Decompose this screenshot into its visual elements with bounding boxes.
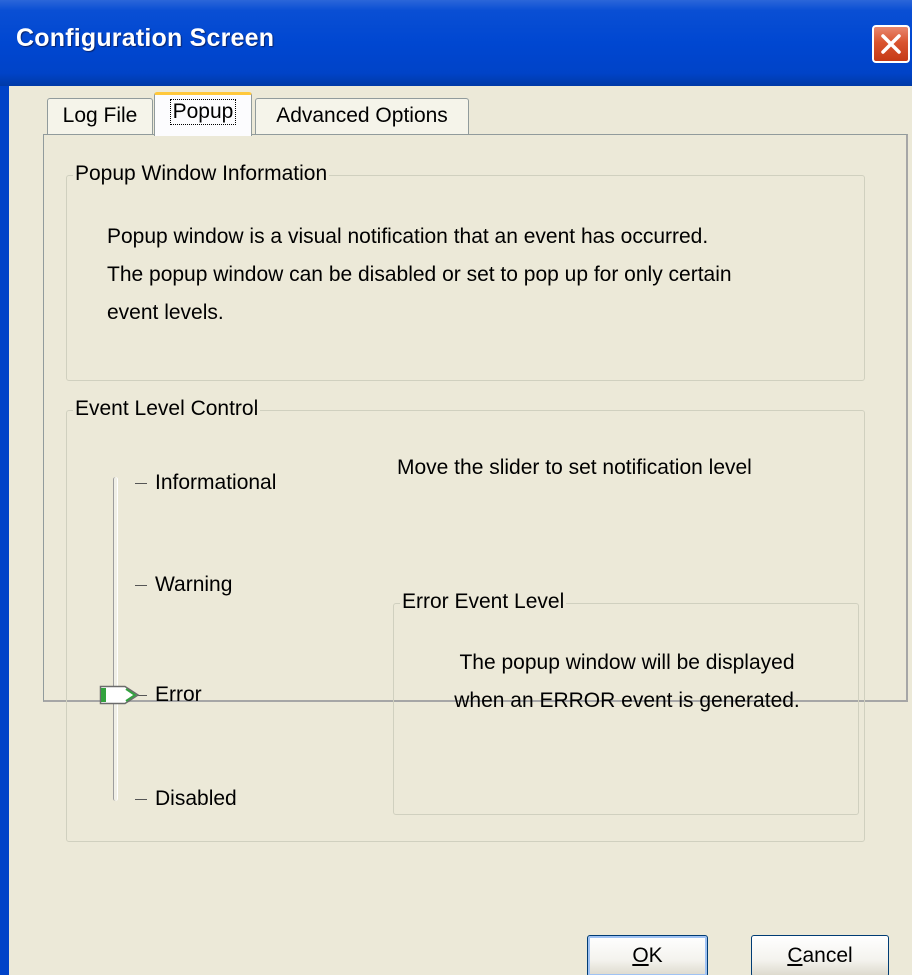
level-label-disabled: Disabled xyxy=(155,787,237,810)
cancel-mnemonic: C xyxy=(787,944,803,967)
tab-log-file[interactable]: Log File xyxy=(47,98,153,134)
popup-window-information-legend: Popup Window Information xyxy=(73,162,330,186)
level-label-informational: Informational xyxy=(155,471,277,494)
error-event-level-legend: Error Event Level xyxy=(400,590,567,614)
ok-button[interactable]: OK xyxy=(587,935,708,975)
description-line: event levels. xyxy=(107,301,224,324)
slider-help-text: Move the slider to set notification leve… xyxy=(397,456,752,479)
error-event-level-group: Error Event Level The popup window will … xyxy=(393,590,860,815)
close-button[interactable] xyxy=(872,25,910,63)
cancel-label-rest: ancel xyxy=(802,944,853,967)
title-bar[interactable]: Configuration Screen xyxy=(0,0,912,86)
slider-tick xyxy=(135,799,147,800)
configuration-window: Configuration Screen Log File Popup Adva… xyxy=(0,0,912,975)
slider-tick xyxy=(135,483,147,484)
popup-window-information-group: Popup Window Information Popup window is… xyxy=(66,162,865,381)
description-line: The popup window can be disabled or set … xyxy=(107,263,732,286)
close-icon xyxy=(881,34,901,54)
ok-mnemonic: O xyxy=(632,944,649,967)
popup-tab-panel: Popup Window Information Popup window is… xyxy=(43,134,908,842)
ok-label-rest: K xyxy=(648,944,663,967)
popup-window-description: Popup window is a visual notification th… xyxy=(107,218,847,332)
level-label-error: Error xyxy=(155,683,202,706)
error-description-line: when an ERROR event is generated. xyxy=(454,689,800,712)
tab-popup[interactable]: Popup xyxy=(154,92,252,136)
description-line: Popup window is a visual notification th… xyxy=(107,225,709,248)
event-level-control-group: Event Level Control Informational Warnin… xyxy=(66,397,865,842)
tab-advanced-options-label: Advanced Options xyxy=(276,104,448,127)
tab-log-file-label: Log File xyxy=(62,104,138,127)
tab-advanced-options[interactable]: Advanced Options xyxy=(255,98,469,134)
slider-thumb-icon[interactable] xyxy=(99,684,141,706)
slider-tick xyxy=(135,585,147,586)
window-border xyxy=(0,86,9,975)
error-description-line: The popup window will be displayed xyxy=(459,651,795,674)
cancel-button[interactable]: Cancel xyxy=(751,935,889,975)
tab-popup-label: Popup xyxy=(169,99,237,125)
level-label-warning: Warning xyxy=(155,573,233,596)
error-event-description: The popup window will be displayed when … xyxy=(394,644,860,720)
window-title: Configuration Screen xyxy=(16,24,275,52)
event-level-control-legend: Event Level Control xyxy=(73,397,261,421)
event-level-slider-track[interactable] xyxy=(113,477,118,801)
